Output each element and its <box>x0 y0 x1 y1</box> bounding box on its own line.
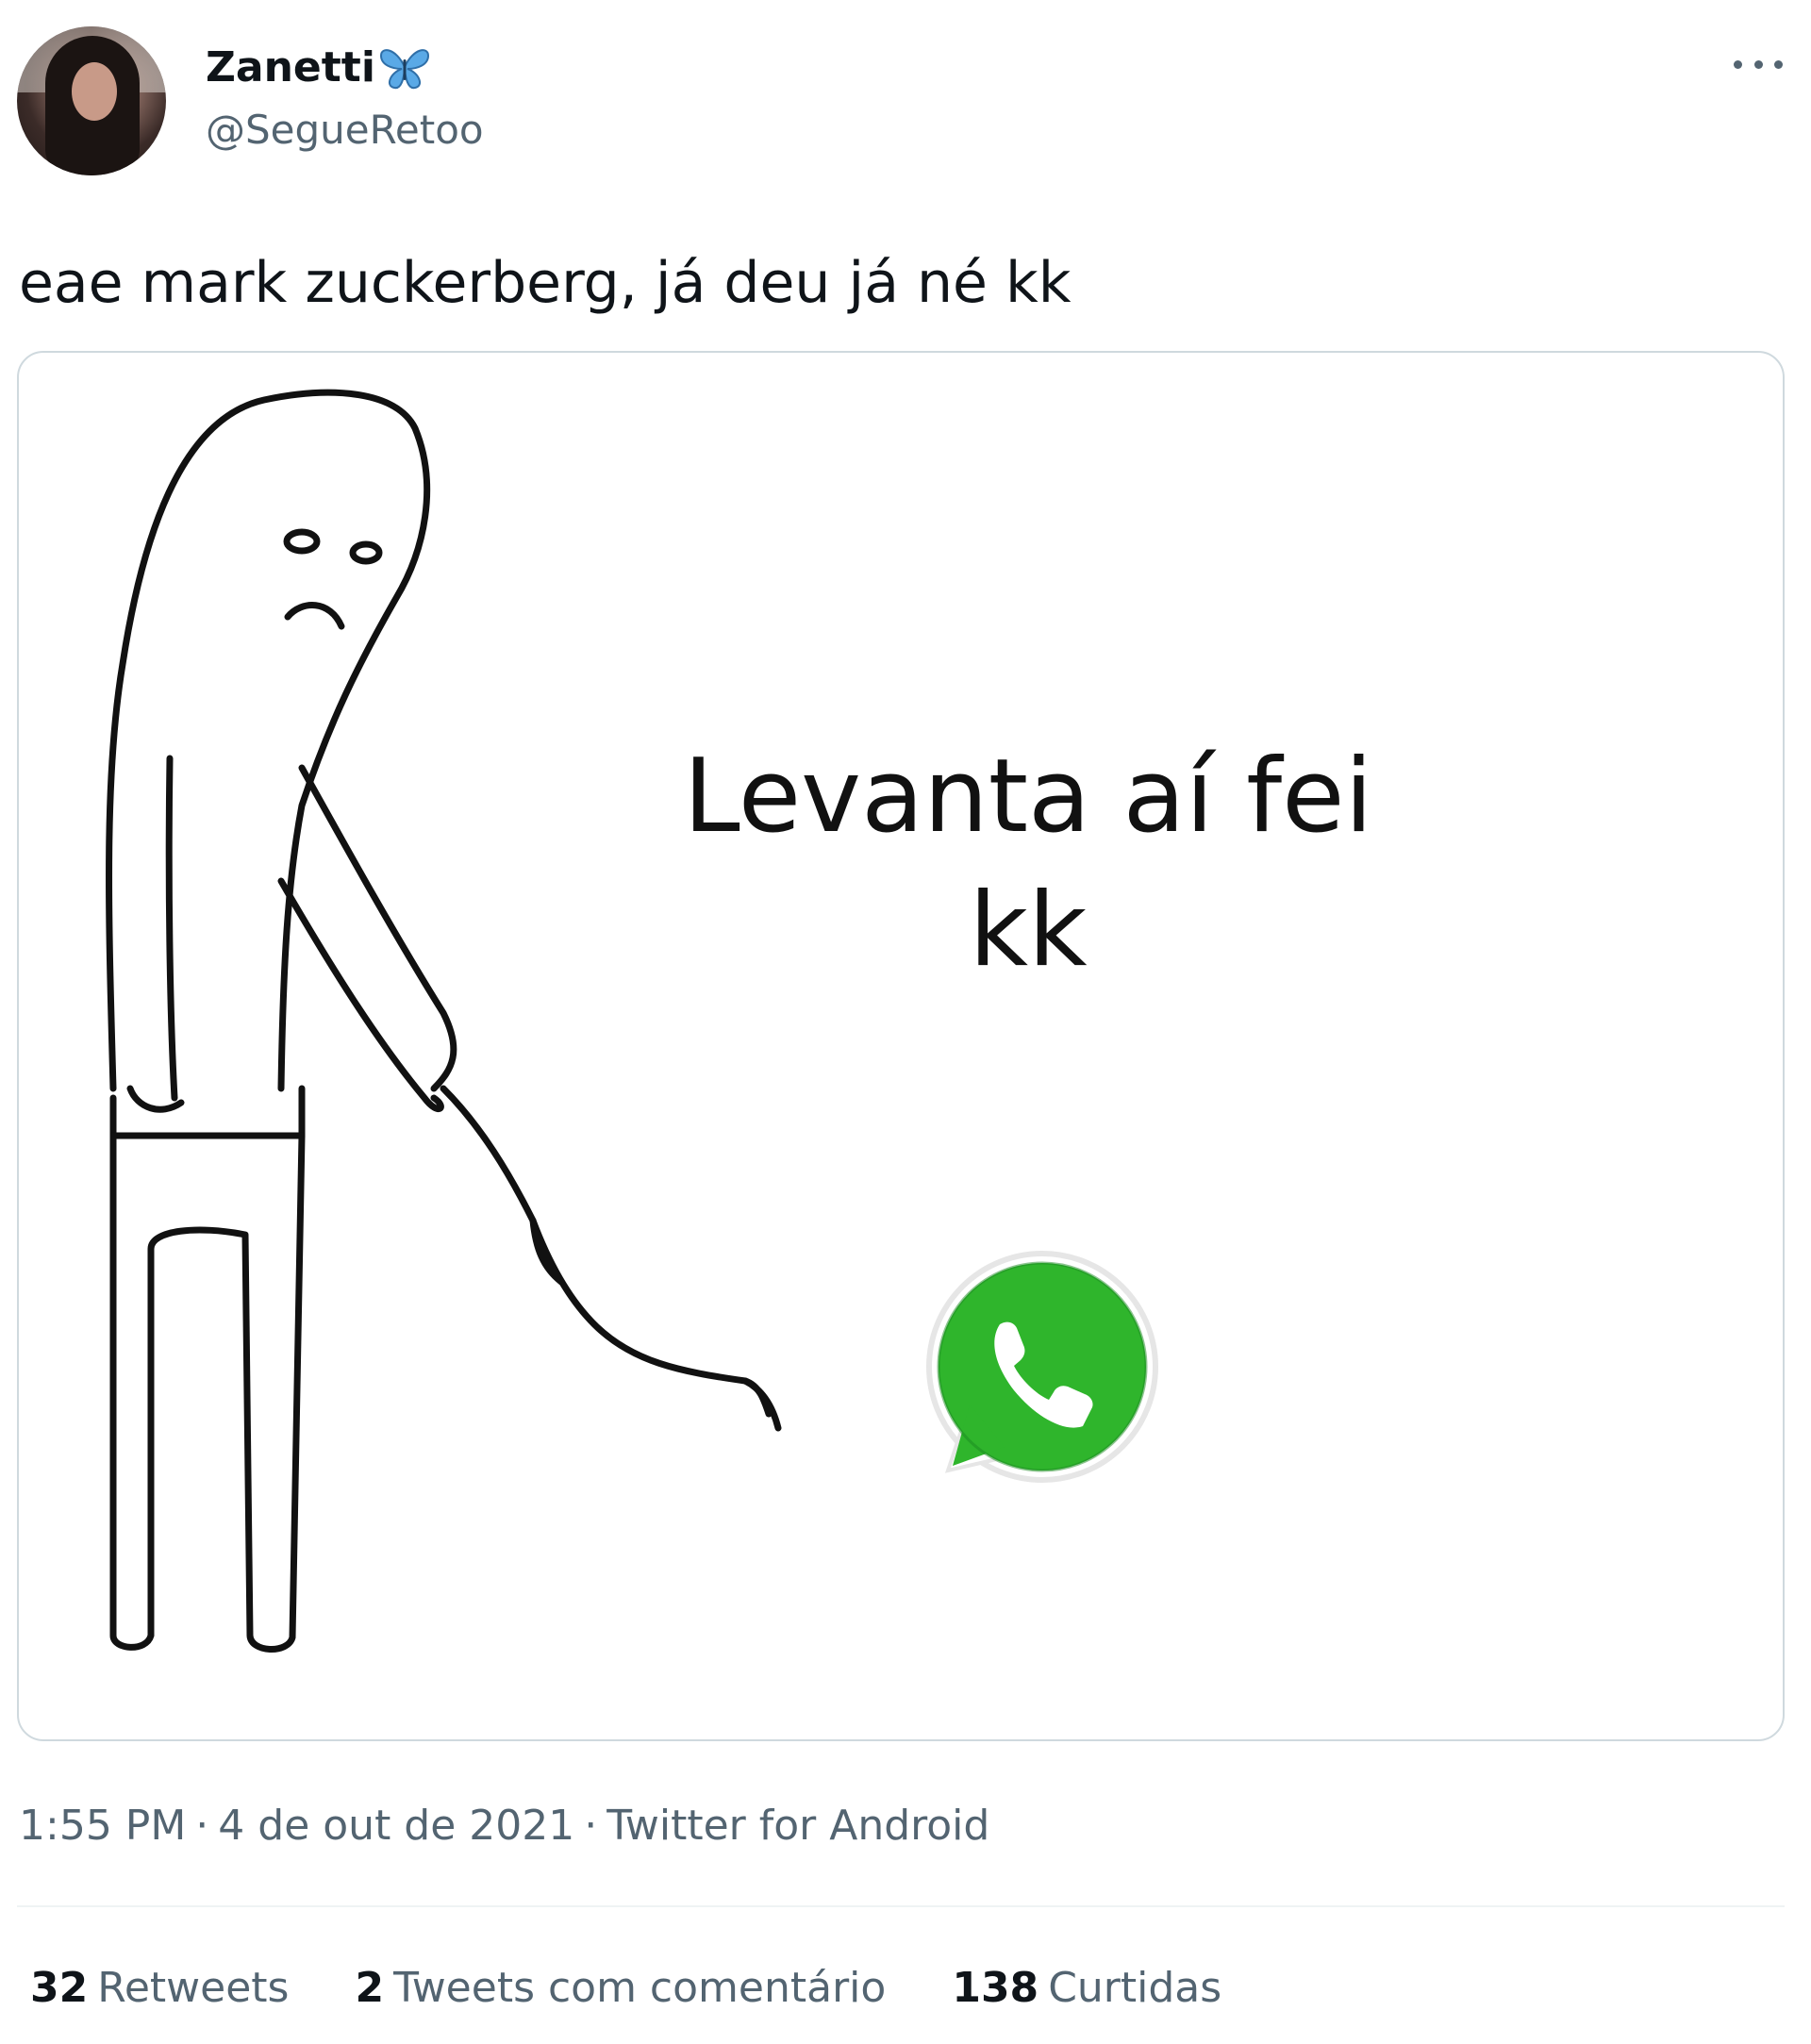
tweet-text: eae mark zuckerberg, já deu já né kk <box>19 250 1072 316</box>
retweets-label: Retweets <box>97 1964 290 2012</box>
separator: · <box>195 1802 209 1850</box>
more-dot <box>1753 59 1763 69</box>
media-image[interactable]: Levanta aí fei kk <box>17 351 1785 1741</box>
likes-stat[interactable]: 138 Curtidas <box>952 1960 1221 2017</box>
tweet-time[interactable]: 1:55 PM <box>19 1802 186 1850</box>
more-dot <box>1774 59 1783 69</box>
tweet-metadata: 1:55 PM · 4 de out de 2021 · Twitter for And… <box>19 1798 989 1854</box>
avatar-face <box>72 62 117 121</box>
tweet-date[interactable]: 4 de out de 2021 <box>218 1802 574 1850</box>
meme-caption: Levanta aí fei kk <box>604 730 1453 998</box>
handle[interactable]: @SegueRetoo <box>206 104 484 157</box>
display-name[interactable]: Zanetti <box>206 42 432 94</box>
avatar[interactable] <box>17 26 166 175</box>
retweets-stat[interactable]: 32 Retweets <box>30 1960 289 2017</box>
more-dot <box>1734 59 1742 69</box>
quote-tweets-stat[interactable]: 2 Tweets com comentário <box>355 1960 886 2017</box>
likes-label: Curtidas <box>1048 1964 1222 2012</box>
tweet-source[interactable]: Twitter for Android <box>606 1802 989 1850</box>
more-options-icon[interactable] <box>1734 47 1783 81</box>
likes-count: 138 <box>952 1964 1039 2012</box>
quote-tweets-count: 2 <box>355 1964 385 2012</box>
display-name-text: Zanetti <box>206 43 375 91</box>
stick-figure-drawing <box>106 389 1159 1653</box>
meme-caption-line2: kk <box>969 872 1088 989</box>
meme-caption-line1: Levanta aí fei <box>683 738 1373 856</box>
tweet: Zanetti @SegueRetoo eae mark zuckerberg,… <box>0 0 1811 2044</box>
divider <box>17 1905 1785 1907</box>
separator: · <box>584 1802 598 1850</box>
whatsapp-icon <box>926 1251 1159 1483</box>
quote-tweets-label: Tweets com comentário <box>393 1964 887 2012</box>
retweets-count: 32 <box>30 1964 89 2012</box>
tweet-stats: 32 Retweets 2 Tweets com comentário 138 Cur… <box>30 1960 1221 2017</box>
butterfly-icon <box>379 49 429 90</box>
